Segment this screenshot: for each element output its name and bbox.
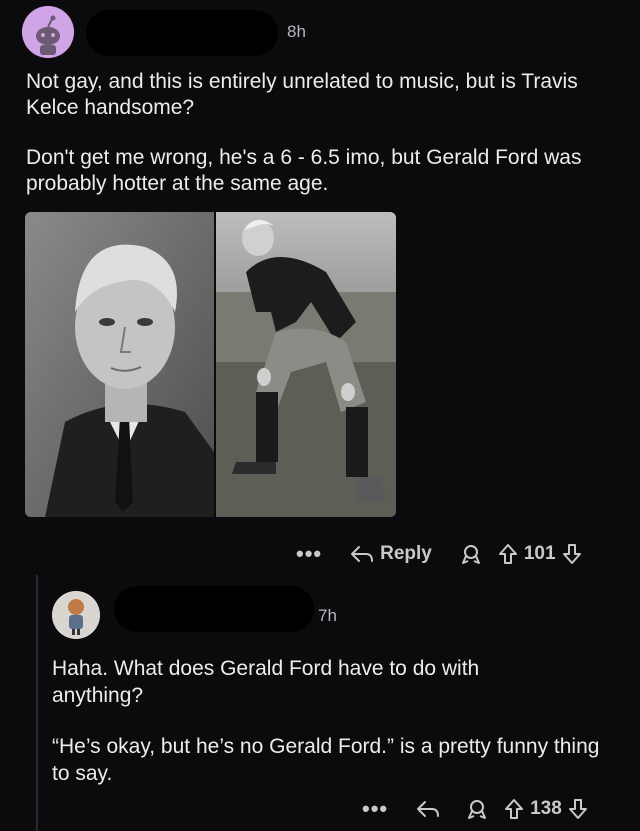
portrait-photo[interactable] <box>25 212 214 517</box>
football-photo[interactable] <box>216 212 396 517</box>
redacted-username <box>86 10 278 56</box>
reply-arrow-icon <box>417 801 440 817</box>
upvote-arrow-icon[interactable] <box>504 798 524 820</box>
reply-button[interactable]: Reply <box>350 543 432 565</box>
upvote-arrow-icon[interactable] <box>498 543 518 565</box>
post-action-bar: ••• Reply 101 <box>296 540 582 568</box>
reply-arrow-icon <box>351 546 374 562</box>
reply-body-paragraph-2: “He’s okay, but he’s no Gerald Ford.” is… <box>52 735 600 785</box>
reply-reply-button[interactable] <box>416 799 440 819</box>
reply-vote-score: 138 <box>530 798 562 819</box>
avatar-character-icon <box>52 591 100 639</box>
reply-user-avatar[interactable] <box>52 591 100 639</box>
reply-label: Reply <box>380 543 432 564</box>
user-avatar[interactable] <box>22 6 74 58</box>
award-button[interactable] <box>460 543 482 565</box>
more-options-button[interactable]: ••• <box>296 541 322 567</box>
football-player-image <box>216 212 396 517</box>
reply-more-options-button[interactable]: ••• <box>362 796 388 822</box>
post-body-paragraph-1: Not gay, and this is entirely unrelated … <box>26 70 578 119</box>
post-body-paragraph-2: Don't get me wrong, he's a 6 - 6.5 imo, … <box>26 146 582 195</box>
reply-vote-control: 138 <box>504 798 588 820</box>
portrait-image <box>25 212 214 517</box>
reply-award-button[interactable] <box>466 798 488 820</box>
award-icon <box>468 800 487 819</box>
post-timestamp: 8h <box>287 22 306 41</box>
downvote-arrow-icon[interactable] <box>562 543 582 565</box>
vote-score: 101 <box>523 543 556 564</box>
award-icon <box>461 545 480 564</box>
redacted-reply-username <box>114 586 314 632</box>
downvote-arrow-icon[interactable] <box>568 798 588 820</box>
snoo-avatar-icon <box>22 6 74 58</box>
vote-control: 101 <box>498 543 582 565</box>
reply-body-paragraph-1: Haha. What does Gerald Ford have to do w… <box>52 657 480 707</box>
reply-action-bar: ••• 138 <box>362 795 588 823</box>
thread-line <box>36 575 38 831</box>
reply-timestamp: 7h <box>318 606 337 625</box>
